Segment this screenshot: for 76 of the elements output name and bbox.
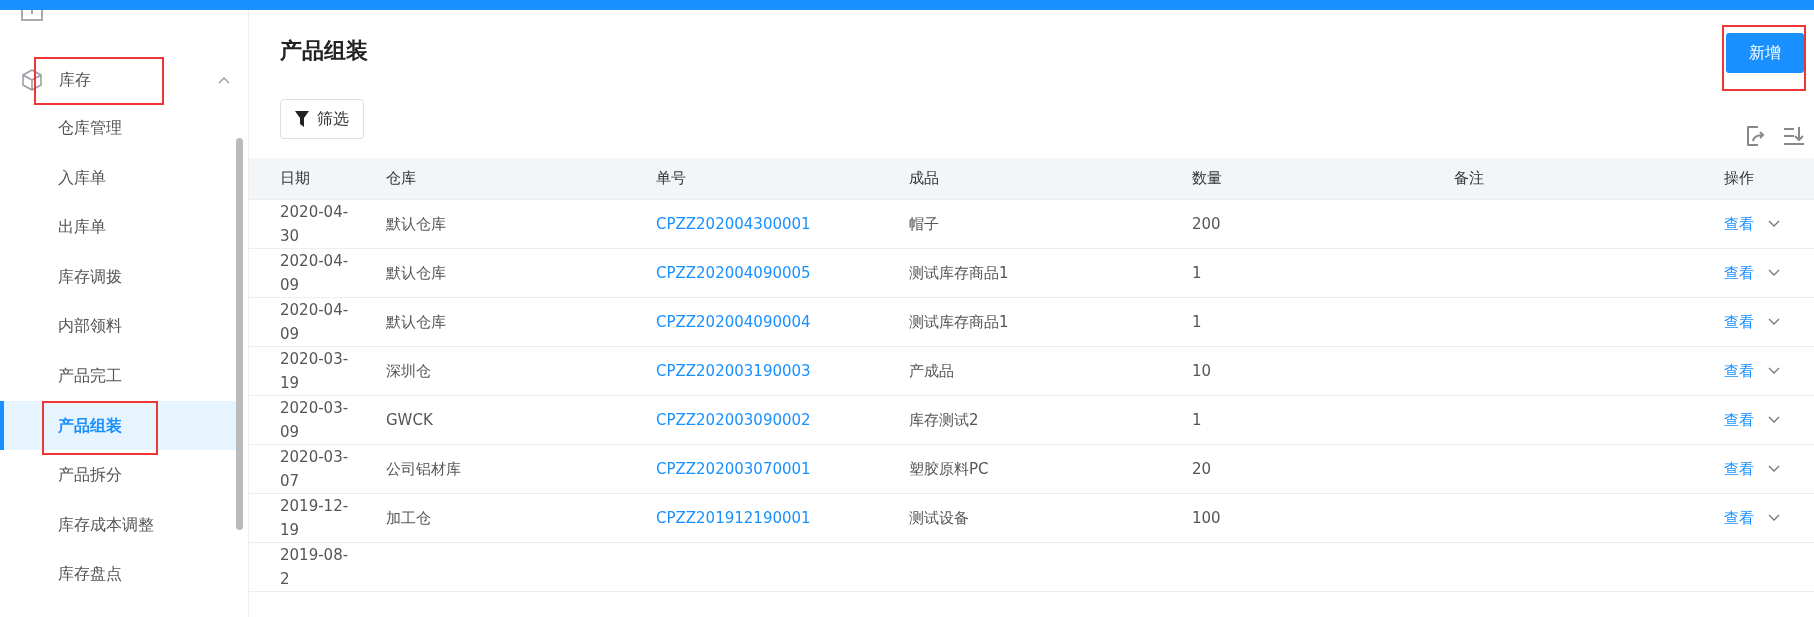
chevron-down-icon[interactable] [1768,318,1780,326]
sort-icon[interactable] [1782,124,1806,148]
table-cell-text: 2020-03-09 [280,398,350,443]
sidebar-item[interactable]: 入库单 [0,152,238,203]
chevron-down-icon[interactable] [1768,220,1780,228]
table-cell: 100 [1192,509,1221,527]
caret-icon [218,76,230,84]
view-link[interactable]: 查看 [1724,459,1754,479]
table-cell: 默认仓库 [386,312,446,332]
sidebar-item[interactable]: 仓库管理 [0,103,238,153]
sidebar-item[interactable]: 库存盘点 [0,549,238,599]
view-link[interactable]: 查看 [1724,361,1754,381]
table-cell-text: 2020-03-07 [280,447,350,492]
add-button[interactable]: 新增 [1726,33,1804,73]
chevron-down-icon[interactable] [1768,367,1780,375]
table-cell: 测试库存商品1 [909,312,1009,332]
order-number-link[interactable]: CPZZ202004090004 [656,313,811,331]
chevron-down-icon[interactable] [1768,514,1780,522]
view-link[interactable]: 查看 [1724,312,1754,332]
table-cell: 默认仓库 [386,263,446,283]
order-number-link[interactable]: CPZZ202003190003 [656,362,811,380]
table-cell: 加工仓 [386,508,431,528]
chevron-down-icon[interactable] [1768,465,1780,473]
table-cell: 库存测试2 [909,410,979,430]
table-cell: 塑胶原料PC [909,459,989,479]
table-cell: 帽子 [909,214,939,234]
table-cell: 测试库存商品1 [909,263,1009,283]
column-header: 日期 [279,168,311,189]
table-cell: 深圳仓 [386,361,431,381]
table-cell: 测试设备 [909,508,969,528]
table-cell: 20 [1192,460,1212,478]
filter-icon [295,111,309,127]
scrollbar[interactable] [236,138,243,530]
view-link[interactable]: 查看 [1724,263,1754,283]
sidebar-item[interactable]: 产品完工 [0,350,238,401]
column-header: 仓库 [385,168,417,189]
table-cell: 200 [1192,215,1221,233]
sidebar-group[interactable]: 库存 [0,57,248,103]
column-header: 操作 [1723,168,1755,189]
column-header: 备注 [1453,168,1485,189]
table-cell: 10 [1192,362,1212,380]
table-cell-text: 2020-04-09 [280,300,350,345]
table-cell: 1 [1192,313,1202,331]
sidebar-item[interactable]: 库存成本调整 [0,499,238,550]
menu-item-icon [20,10,44,22]
table-cell: 1 [1192,264,1202,282]
page-title: 产品组装 [280,37,368,65]
sidebar-item[interactable]: 出库单 [0,202,238,252]
order-number-link[interactable]: CPZZ202004300001 [656,215,811,233]
table-cell: 产成品 [909,361,954,381]
order-number-link[interactable]: CPZZ201912190001 [656,509,811,527]
order-number-link[interactable]: CPZZ202003090002 [656,411,811,429]
view-link[interactable]: 查看 [1724,410,1754,430]
chevron-down-icon[interactable] [1768,269,1780,277]
sidebar-item[interactable]: 产品拆分 [0,450,238,500]
view-link[interactable]: 查看 [1724,214,1754,234]
sidebar-item[interactable]: 库存调拨 [0,251,238,302]
chevron-down-icon[interactable] [1768,416,1780,424]
table-cell-text: 2019-08-2 [280,545,350,590]
table-cell: 1 [1192,411,1202,429]
order-number-link[interactable]: CPZZ202003070001 [656,460,811,478]
order-number-link[interactable]: CPZZ202004090005 [656,264,811,282]
column-header: 数量 [1191,168,1223,189]
filter-button[interactable]: 筛选 [280,99,364,139]
table-cell: GWCK [386,411,433,429]
table-cell-text: 2020-04-30 [280,202,350,247]
table-cell: 公司铝材库 [386,459,461,479]
view-link[interactable]: 查看 [1724,508,1754,528]
column-header: 成品 [908,168,940,189]
table-cell-text: 2020-04-09 [280,251,350,296]
table-cell-text: 2019-12-19 [280,496,350,541]
sidebar-item[interactable]: 内部领料 [0,301,238,351]
cube-icon [20,68,44,92]
table-cell-text: 2020-03-19 [280,349,350,394]
table-cell: 默认仓库 [386,214,446,234]
column-header: 单号 [655,168,687,189]
